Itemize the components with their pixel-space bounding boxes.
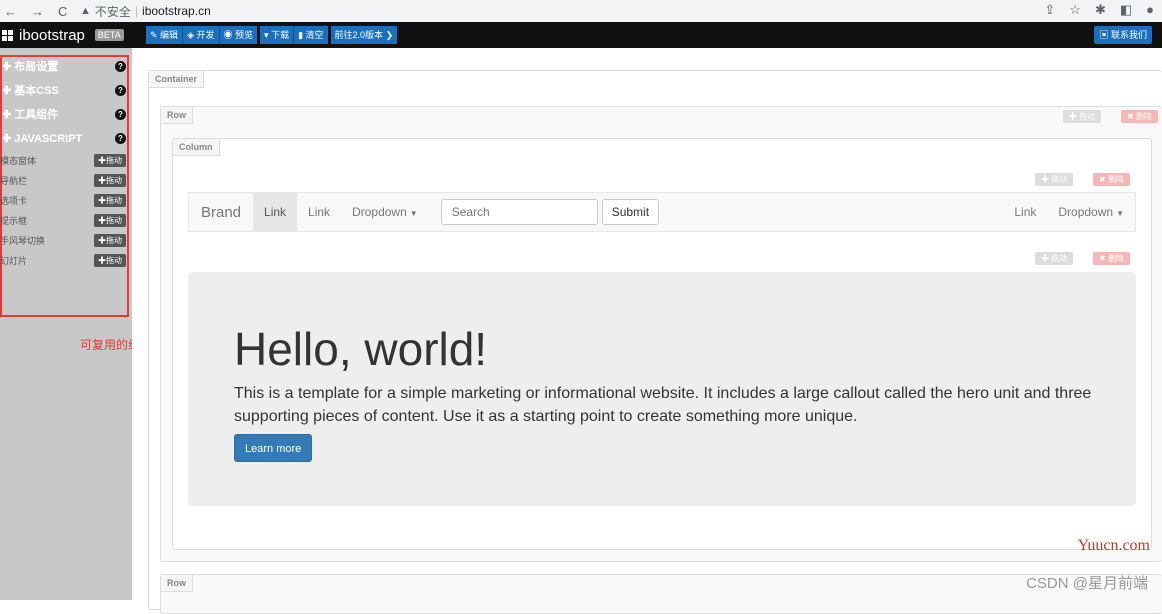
- contact-button[interactable]: ▣ 联系我们: [1094, 26, 1152, 44]
- browser-nav: ← → C: [0, 4, 74, 19]
- learn-more-button[interactable]: Learn more: [234, 434, 313, 462]
- nav-link-active[interactable]: Link: [253, 192, 298, 232]
- url-text: ibootstrap.cn: [142, 4, 211, 18]
- preview-button[interactable]: ◉ 预览: [219, 26, 258, 44]
- demo-navbar: Brand Link Link Dropdown▼ Submit Link Dr…: [188, 192, 1136, 232]
- navbar-drag-button[interactable]: ✚ 拖动: [1035, 173, 1074, 186]
- star-icon[interactable]: ☆: [1069, 2, 1081, 18]
- row-box-2: Row: [160, 574, 1162, 614]
- drag-handle[interactable]: ✚拖动: [94, 233, 126, 247]
- watermark-yuucn: Yuucn.com: [1077, 537, 1150, 554]
- jumbotron-delete-button[interactable]: ✖ 删除: [1093, 252, 1130, 265]
- nav-dropdown-right[interactable]: Dropdown ▼: [1047, 192, 1135, 232]
- caret-down-icon: ▼: [409, 209, 418, 218]
- search-input[interactable]: [440, 199, 598, 225]
- jumbotron-text: This is a template for a simple marketin…: [234, 385, 1092, 425]
- nav-dropdown[interactable]: Dropdown ▼: [341, 192, 429, 232]
- watermark-csdn: CSDN @星月前端: [1026, 575, 1148, 592]
- clear-button[interactable]: ▮ 清空: [294, 26, 328, 44]
- version-button[interactable]: 前往2.0版本 ❯: [330, 26, 398, 44]
- drag-handle[interactable]: ✚拖动: [94, 153, 126, 167]
- back-icon[interactable]: ←: [4, 4, 17, 19]
- sidebar-item-alert: 提示框 ✚拖动: [0, 212, 126, 228]
- sidebar-item-carousel: 幻灯片 ✚拖动: [0, 252, 126, 268]
- sidebar-section-components[interactable]: ✚ 工具组件 ?: [2, 104, 126, 124]
- column-tag: Column: [173, 139, 220, 156]
- help-icon[interactable]: ?: [115, 84, 126, 96]
- grid-icon: [2, 29, 13, 41]
- download-button[interactable]: ▾ 下载: [260, 26, 295, 44]
- plus-icon: ✚: [2, 85, 12, 97]
- submit-button[interactable]: Submit: [601, 199, 660, 225]
- browser-toolbar: ← → C ▲ 不安全 | ibootstrap.cn ⇪ ☆ ✱ ◧ ●: [0, 0, 1162, 22]
- sidebar-section-layout[interactable]: ✚ 布局设置 ?: [2, 56, 126, 76]
- app-brand[interactable]: ibootstrap BETA: [0, 27, 146, 44]
- address-bar[interactable]: ▲ 不安全 | ibootstrap.cn: [74, 2, 217, 20]
- security-label: 不安全: [94, 4, 131, 19]
- navbar-brand[interactable]: Brand: [189, 204, 253, 221]
- edit-button[interactable]: ✎ 编辑: [146, 26, 184, 44]
- jumbotron-heading: Hello, world!: [234, 323, 488, 375]
- container-tag: Container: [149, 71, 205, 88]
- plus-icon: ✚: [2, 61, 12, 73]
- row-delete-button[interactable]: ✖ 删除: [1121, 110, 1158, 123]
- sidebar-section-javascript[interactable]: ✚ JAVASCRIPT ?: [2, 128, 126, 148]
- file-group: ▾ 下载 ▮ 清空: [260, 26, 328, 44]
- version-group: 前往2.0版本 ❯: [330, 26, 398, 44]
- sidebar-section-css[interactable]: ✚ 基本CSS ?: [2, 80, 126, 100]
- row-tag: Row: [161, 575, 193, 592]
- sidebar-item-modal: 模态窗体 ✚拖动: [0, 152, 126, 168]
- extensions-icon[interactable]: ✱: [1095, 2, 1106, 18]
- navbar-right: Link Dropdown ▼: [1003, 192, 1135, 232]
- sidebar-item-tabs: 选项卡 ✚拖动: [0, 192, 126, 208]
- develop-button[interactable]: ◈ 开发: [183, 26, 220, 44]
- drag-handle[interactable]: ✚拖动: [94, 173, 126, 187]
- sidebar-item-accordion: 手风琴切换 ✚拖动: [0, 232, 126, 248]
- help-icon[interactable]: ?: [115, 132, 126, 144]
- profile-icon[interactable]: ●: [1146, 2, 1154, 18]
- jumbotron-drag-button[interactable]: ✚ 拖动: [1035, 252, 1074, 265]
- beta-badge: BETA: [94, 29, 124, 41]
- nav-link-right[interactable]: Link: [1003, 192, 1047, 232]
- edit-mode-group: ✎ 编辑 ◈ 开发 ◉ 预览: [146, 26, 258, 44]
- forward-icon[interactable]: →: [31, 4, 44, 19]
- row-tag: Row: [161, 107, 193, 124]
- sidebar-item-navbar: 导航栏 ✚拖动: [0, 172, 126, 188]
- share-icon[interactable]: ⇪: [1044, 2, 1055, 18]
- address-separator: |: [134, 4, 139, 18]
- warning-icon: ▲: [80, 5, 91, 17]
- reload-icon[interactable]: C: [58, 4, 67, 19]
- caret-down-icon: ▼: [1116, 209, 1124, 218]
- drag-handle[interactable]: ✚拖动: [94, 213, 126, 227]
- navbar-delete-button[interactable]: ✖ 删除: [1093, 173, 1130, 186]
- app-topnav: ibootstrap BETA ✎ 编辑 ◈ 开发 ◉ 预览 ▾ 下载 ▮ 清空…: [0, 22, 1162, 48]
- sidepanel-icon[interactable]: ◧: [1120, 2, 1132, 18]
- brand-name: ibootstrap: [19, 26, 85, 44]
- jumbotron: Hello, world! This is a template for a s…: [188, 272, 1136, 506]
- plus-icon: ✚: [2, 132, 12, 145]
- help-icon[interactable]: ?: [115, 108, 126, 120]
- row-drag-button[interactable]: ✚ 拖动: [1063, 110, 1102, 123]
- browser-actions: ⇪ ☆ ✱ ◧ ●: [1044, 2, 1154, 18]
- drag-handle[interactable]: ✚拖动: [94, 193, 126, 207]
- drag-handle[interactable]: ✚拖动: [94, 253, 126, 267]
- help-icon[interactable]: ?: [115, 60, 126, 72]
- nav-link[interactable]: Link: [297, 192, 341, 232]
- plus-icon: ✚: [2, 109, 12, 121]
